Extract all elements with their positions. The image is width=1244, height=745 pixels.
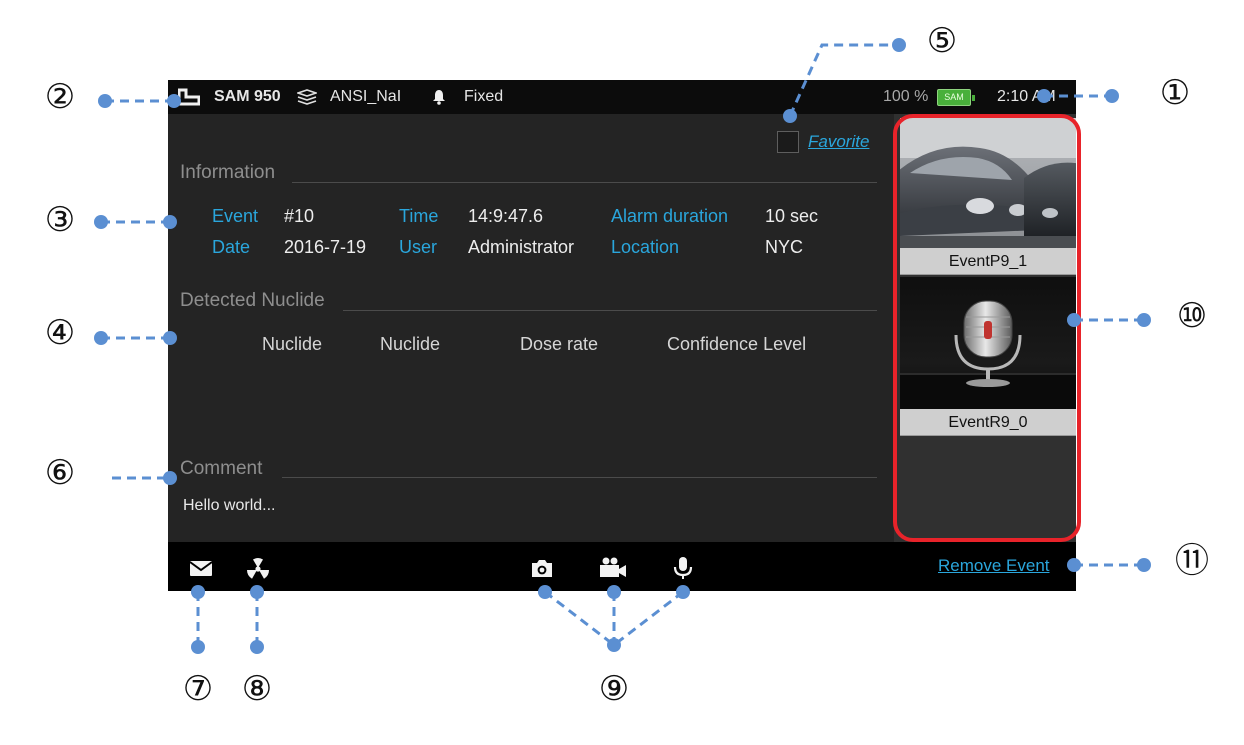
callout-number: ⑧ xyxy=(241,671,273,708)
callout-dot xyxy=(191,585,205,599)
callout-number: ⑪ xyxy=(1175,543,1209,580)
callout-dot xyxy=(1137,313,1151,327)
callout-dot xyxy=(1105,89,1119,103)
callout-dot xyxy=(607,638,621,652)
callout-number: ⑨ xyxy=(598,671,630,708)
callout-leader-lines xyxy=(101,43,1144,647)
callout-number: ① xyxy=(1159,75,1191,112)
callout-dot xyxy=(167,94,181,108)
callout-dot xyxy=(1067,313,1081,327)
callout-dot xyxy=(607,585,621,599)
callout-number: ⑥ xyxy=(44,455,76,492)
callout-dot xyxy=(783,109,797,123)
callout-dot xyxy=(163,331,177,345)
callout-number: ⑩ xyxy=(1176,298,1208,335)
callout-dot xyxy=(250,640,264,654)
callout-dot xyxy=(191,640,205,654)
callout-number: ⑤ xyxy=(926,23,958,60)
callout-dot xyxy=(250,585,264,599)
callout-dot xyxy=(1037,89,1051,103)
callout-number: ③ xyxy=(44,202,76,239)
callout-dot xyxy=(538,585,552,599)
callout-number: ② xyxy=(44,79,76,116)
callout-dot xyxy=(94,215,108,229)
callout-dot xyxy=(163,215,177,229)
callout-dot xyxy=(98,94,112,108)
callout-dot xyxy=(163,471,177,485)
callout-dot xyxy=(94,331,108,345)
callout-dot xyxy=(892,38,906,52)
callout-number: ⑦ xyxy=(182,671,214,708)
callout-dot xyxy=(1067,558,1081,572)
callout-dot xyxy=(1137,558,1151,572)
callout-dot xyxy=(676,585,690,599)
callout-number: ④ xyxy=(44,315,76,352)
